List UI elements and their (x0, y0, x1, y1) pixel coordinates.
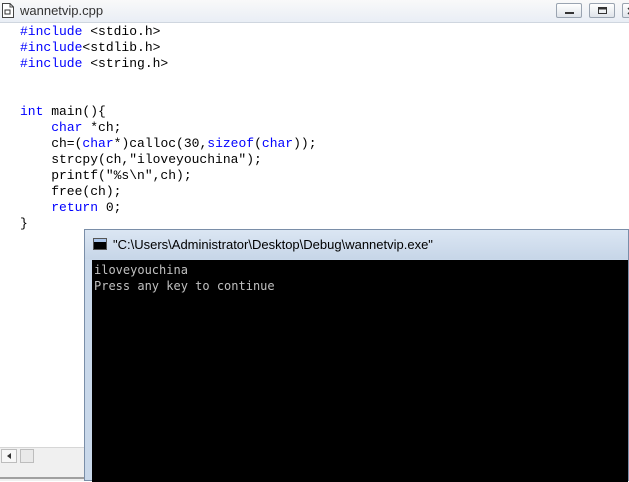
code-text: main(){ (43, 104, 106, 119)
scrollbar-thumb[interactable] (20, 449, 34, 463)
code-line[interactable]: ch=(char*)calloc(30,sizeof(char)); (20, 136, 317, 152)
code-keyword: #include (20, 24, 83, 39)
arrow-left-icon (7, 453, 11, 459)
code-text: <stdlib.h> (82, 40, 161, 55)
console-title: "C:\Users\Administrator\Desktop\Debug\wa… (113, 237, 433, 252)
console-prompt-line: Press any key to continue (94, 279, 275, 293)
code-text: free(ch); (20, 184, 122, 199)
code-keyword: char (82, 136, 114, 151)
code-keyword: #include (20, 56, 83, 71)
code-keyword: #include (20, 40, 83, 55)
code-line[interactable] (20, 72, 317, 88)
editor-gutter (0, 23, 13, 447)
close-button[interactable] (622, 3, 629, 18)
editor-bottom-pane (0, 464, 84, 481)
restore-button[interactable] (589, 3, 615, 18)
document-icon (2, 3, 14, 18)
console-window[interactable]: "C:\Users\Administrator\Desktop\Debug\wa… (84, 229, 629, 482)
code-text: ch=( (20, 136, 83, 151)
code-keyword: sizeof (207, 136, 255, 151)
console-titlebar[interactable]: "C:\Users\Administrator\Desktop\Debug\wa… (85, 230, 628, 259)
code-line[interactable] (20, 88, 317, 104)
horizontal-scrollbar[interactable] (0, 447, 84, 464)
console-icon (93, 238, 107, 250)
editor-titlebar: wannetvip.cpp (0, 0, 629, 23)
code-text: *)calloc(30, (113, 136, 208, 151)
console-output-line: iloveyouchina (94, 263, 188, 277)
code-line[interactable]: int main(){ (20, 104, 317, 120)
code-text: } (20, 216, 28, 231)
code-keyword: int (20, 104, 44, 119)
code-text: <stdio.h> (82, 24, 161, 39)
code-text: )); (293, 136, 317, 151)
code-keyword: return (51, 200, 99, 215)
code-text: <string.h> (82, 56, 169, 71)
minimize-icon (565, 12, 574, 14)
code-text: strcpy(ch,"iloveyouchina"); (20, 152, 262, 167)
code-line[interactable]: #include<stdlib.h> (20, 40, 317, 56)
code-line[interactable]: strcpy(ch,"iloveyouchina"); (20, 152, 317, 168)
code-keyword: char (261, 136, 294, 151)
code-keyword: char (51, 120, 83, 135)
minimize-button[interactable] (556, 3, 582, 18)
code-line[interactable]: #include <stdio.h> (20, 24, 317, 40)
code-line[interactable]: return 0; (20, 200, 317, 216)
code-line[interactable]: #include <string.h> (20, 56, 317, 72)
code-line[interactable]: free(ch); (20, 184, 317, 200)
scroll-left-button[interactable] (1, 449, 17, 463)
code-text: 0; (98, 200, 122, 215)
code-line[interactable]: char *ch; (20, 120, 317, 136)
code-text: printf("%s\n",ch); (20, 168, 192, 183)
code-line[interactable]: printf("%s\n",ch); (20, 168, 317, 184)
console-output[interactable]: iloveyouchina Press any key to continue (92, 260, 628, 482)
pane-divider[interactable] (0, 477, 84, 479)
code-text: ( (254, 136, 262, 151)
code-text: *ch; (82, 120, 122, 135)
restore-icon (598, 7, 607, 14)
editor-title: wannetvip.cpp (20, 3, 104, 18)
code-editor[interactable]: #include <stdio.h> #include<stdlib.h> #inc… (20, 24, 317, 232)
